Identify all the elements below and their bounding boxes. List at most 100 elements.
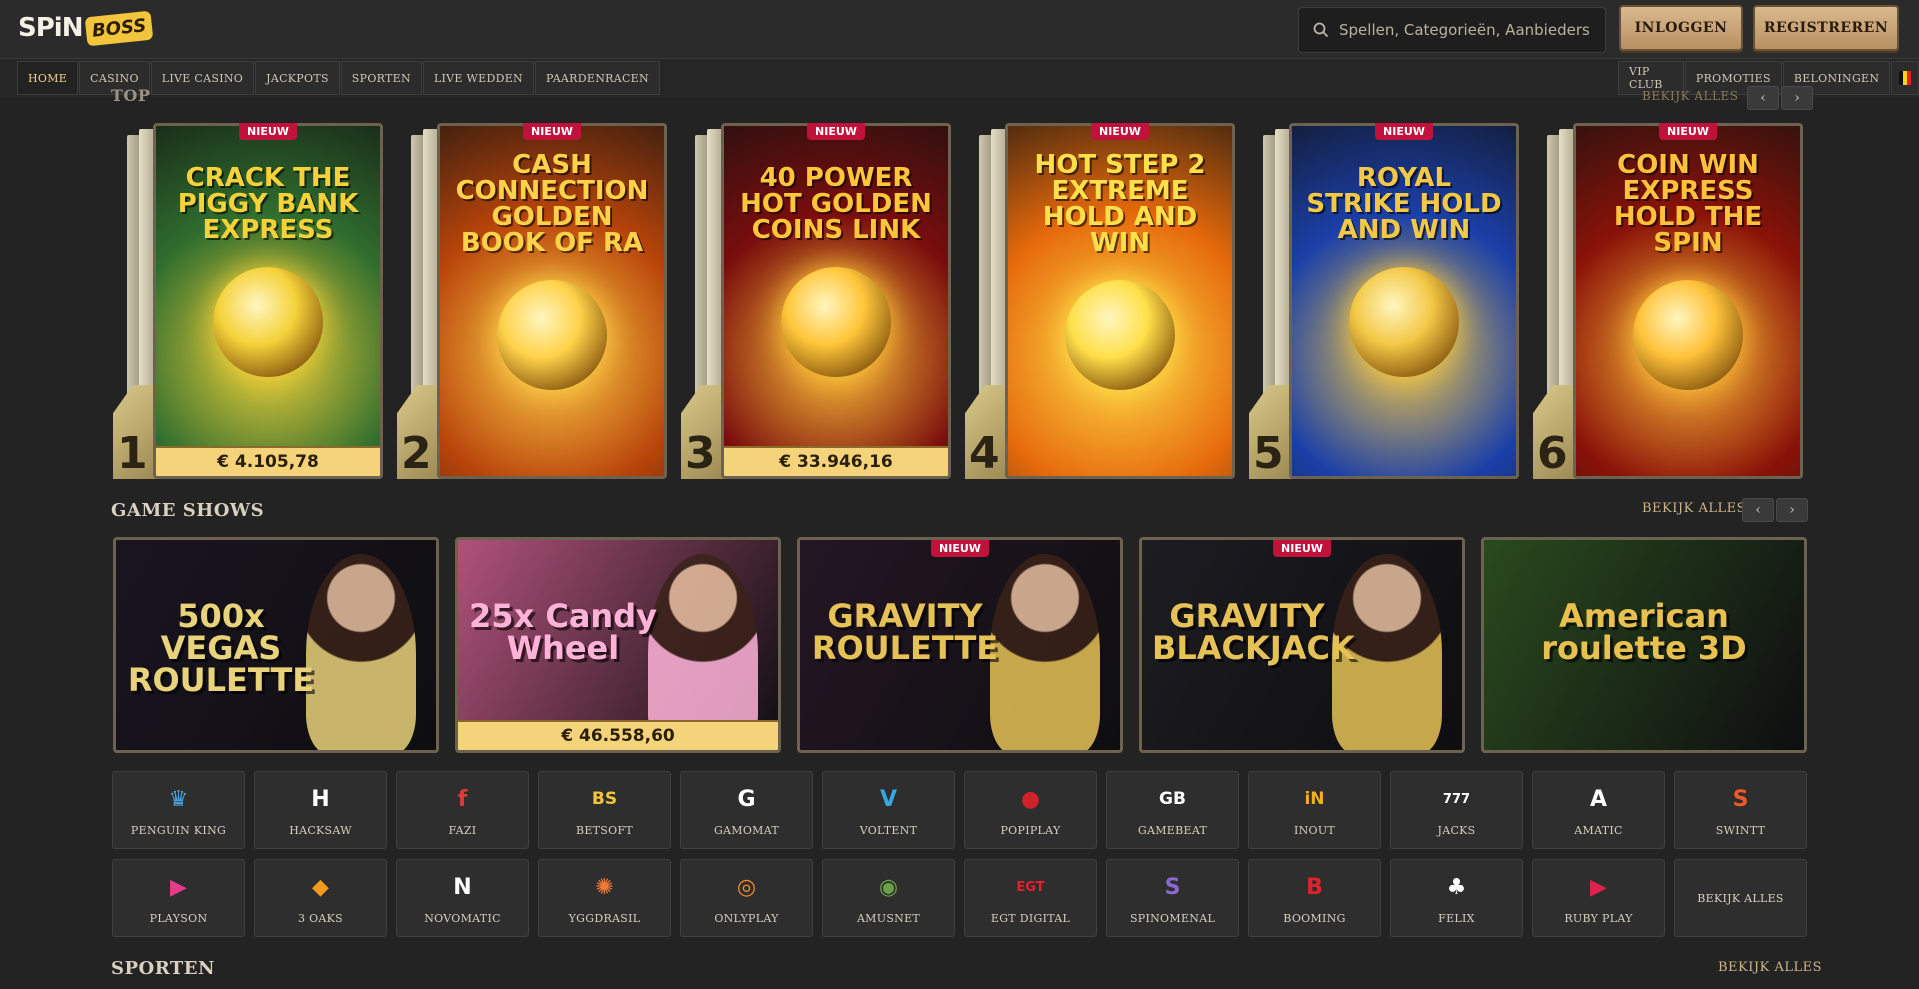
betsoft-logo-icon: BS xyxy=(591,789,618,809)
game-title: COIN WIN EXPRESS HOLD THE SPIN xyxy=(1613,150,1763,258)
provider-tile-gamebeat[interactable]: GB GAMEBEAT xyxy=(1106,771,1239,849)
nav-item-jackpots[interactable]: JACKPOTS xyxy=(255,61,340,95)
next-arrow-icon[interactable]: › xyxy=(1776,498,1808,522)
provider-label: EGT DIGITAL xyxy=(990,912,1071,925)
provider-tile-betsoft[interactable]: BS BETSOFT xyxy=(538,771,671,849)
game-show-card[interactable]: GRAVITY ROULETTE NIEUW xyxy=(797,537,1123,753)
logo-text: SPiN xyxy=(18,13,83,43)
provider-tile-gamomat[interactable]: G GAMOMAT xyxy=(680,771,813,849)
top-game-card[interactable]: 2 CASH CONNECTION GOLDEN BOOK OF RA NIEUW xyxy=(397,123,667,479)
providers-see-all-button[interactable]: BEKIJK ALLES xyxy=(1674,859,1807,937)
provider-tile-hacksaw[interactable]: H HACKSAW xyxy=(254,771,387,849)
inout-logo-icon: iN xyxy=(1304,789,1325,809)
provider-label: AMATIC xyxy=(1574,824,1623,837)
provider-tile-spinomenal[interactable]: S SPINOMENAL xyxy=(1106,859,1239,937)
provider-tile-novomatic[interactable]: N NOVOMATIC xyxy=(396,859,529,937)
provider-label: BETSOFT xyxy=(575,824,634,837)
3-oaks-logo-icon: ◆ xyxy=(312,874,329,900)
nav-item-live-casino[interactable]: LIVE CASINO xyxy=(150,61,255,95)
top-game-card[interactable]: 1 CRACK THE PIGGY BANK EXPRESS € 4.105,78 N… xyxy=(113,123,383,479)
provider-label: SWINTT xyxy=(1715,824,1766,837)
game-show-card[interactable]: 500x VEGAS ROULETTE xyxy=(113,537,439,753)
provider-label: BOOMING xyxy=(1283,912,1346,925)
game-show-card[interactable]: American roulette 3D xyxy=(1481,537,1807,753)
top-header: SPiN BOSS INLOGGEN REGISTREREN xyxy=(0,0,1919,59)
game-title: ROYAL STRIKE HOLD AND WIN xyxy=(1306,163,1502,245)
top-game-card[interactable]: 6 COIN WIN EXPRESS HOLD THE SPIN NIEUW xyxy=(1533,123,1803,479)
nav-item-paardenracen[interactable]: PAARDENRACEN xyxy=(535,61,660,95)
game-shows-see-all-link[interactable]: BEKIJK ALLES xyxy=(1642,501,1746,516)
game-thumbnail[interactable]: 40 POWER HOT GOLDEN COINS LINK € 33.946,1… xyxy=(721,123,951,479)
provider-tile-amatic[interactable]: A AMATIC xyxy=(1532,771,1665,849)
new-badge: NIEUW xyxy=(1273,540,1331,557)
provider-tile-yggdrasil[interactable]: ✺ YGGDRASIL xyxy=(538,859,671,937)
next-arrow-icon[interactable]: › xyxy=(1781,86,1813,110)
search-icon xyxy=(1313,22,1329,38)
new-badge: NIEUW xyxy=(523,123,581,140)
game-art-emblem xyxy=(213,267,323,377)
top-game-card[interactable]: 4 HOT STEP 2 EXTREME HOLD AND WIN NIEUW xyxy=(965,123,1235,479)
provider-tile-popiplay[interactable]: ● POPIPLAY xyxy=(964,771,1097,849)
top-see-all-link[interactable]: BEKIJK ALLES xyxy=(1642,89,1738,103)
game-title: CASH CONNECTION GOLDEN BOOK OF RA xyxy=(455,150,649,258)
register-button[interactable]: REGISTREREN xyxy=(1753,5,1899,51)
game-show-title: 25x Candy Wheel xyxy=(469,597,657,667)
provider-label: FELIX xyxy=(1438,912,1475,925)
game-art-emblem xyxy=(1349,267,1459,377)
sporten-see-all-link[interactable]: BEKIJK ALLES xyxy=(1718,960,1822,975)
game-thumbnail[interactable]: CRACK THE PIGGY BANK EXPRESS € 4.105,78 xyxy=(153,123,383,479)
new-badge: NIEUW xyxy=(1091,123,1149,140)
provider-tile-felix[interactable]: ♣ FELIX xyxy=(1390,859,1523,937)
game-show-card[interactable]: GRAVITY BLACKJACK NIEUW xyxy=(1139,537,1465,753)
provider-tile-playson[interactable]: ▶ PLAYSON xyxy=(112,859,245,937)
prev-arrow-icon[interactable]: ‹ xyxy=(1747,86,1779,110)
game-title: 40 POWER HOT GOLDEN COINS LINK xyxy=(740,163,932,245)
game-thumbnail[interactable]: CASH CONNECTION GOLDEN BOOK OF RA xyxy=(437,123,667,479)
main-nav: HOME CASINO LIVE CASINO JACKPOTS SPORTEN LIVE… xyxy=(0,59,1919,98)
game-thumbnail[interactable]: ROYAL STRIKE HOLD AND WIN xyxy=(1289,123,1519,479)
site-logo[interactable]: SPiN BOSS xyxy=(18,9,155,47)
amatic-logo-icon: A xyxy=(1589,786,1608,812)
provider-tile-3-oaks[interactable]: ◆ 3 OAKS xyxy=(254,859,387,937)
provider-tile-penguin-king[interactable]: ♛ PENGUIN KING xyxy=(112,771,245,849)
prev-arrow-icon[interactable]: ‹ xyxy=(1742,498,1774,522)
gamomat-logo-icon: G xyxy=(737,786,756,812)
provider-tile-ruby-play[interactable]: ▶ RUBY PLAY xyxy=(1532,859,1665,937)
search-box[interactable] xyxy=(1298,7,1606,53)
provider-label: POPIPLAY xyxy=(1000,824,1061,837)
provider-label: YGGDRASIL xyxy=(568,912,641,925)
provider-tile-egt-digital[interactable]: EGT EGT DIGITAL xyxy=(964,859,1097,937)
game-thumbnail[interactable]: HOT STEP 2 EXTREME HOLD AND WIN xyxy=(1005,123,1235,479)
top-game-card[interactable]: 5 ROYAL STRIKE HOLD AND WIN NIEUW xyxy=(1249,123,1519,479)
new-badge: NIEUW xyxy=(1375,123,1433,140)
nav-item-sporten[interactable]: SPORTEN xyxy=(340,61,422,95)
penguin-king-logo-icon: ♛ xyxy=(168,786,189,812)
novomatic-logo-icon: N xyxy=(453,874,472,900)
nav-item-home[interactable]: HOME xyxy=(17,61,79,95)
top-game-card[interactable]: 3 40 POWER HOT GOLDEN COINS LINK € 33.946,… xyxy=(681,123,951,479)
provider-tile-fazi[interactable]: f FAZI xyxy=(396,771,529,849)
provider-tile-booming[interactable]: B BOOMING xyxy=(1248,859,1381,937)
provider-label: VOLTENT xyxy=(859,824,918,837)
top-carousel-arrows: ‹ › xyxy=(1745,86,1813,110)
new-badge: NIEUW xyxy=(1659,123,1717,140)
provider-label: ONLYPLAY xyxy=(714,912,779,925)
spinomenal-logo-icon: S xyxy=(1164,874,1181,900)
provider-tile-swintt[interactable]: S SWINTT xyxy=(1674,771,1807,849)
language-flag-icon[interactable] xyxy=(1891,61,1919,95)
provider-tile-voltent[interactable]: V VOLTENT xyxy=(822,771,955,849)
provider-tile-inout[interactable]: iN INOUT xyxy=(1248,771,1381,849)
nav-item-live-wedden[interactable]: LIVE WEDDEN xyxy=(422,61,534,95)
game-show-card[interactable]: 25x Candy Wheel € 46.558,60 xyxy=(455,537,781,753)
fazi-logo-icon: f xyxy=(457,786,468,812)
provider-tile-onlyplay[interactable]: ◎ ONLYPLAY xyxy=(680,859,813,937)
provider-tile-amusnet[interactable]: ◉ AMUSNET xyxy=(822,859,955,937)
game-thumbnail[interactable]: COIN WIN EXPRESS HOLD THE SPIN xyxy=(1573,123,1803,479)
onlyplay-logo-icon: ◎ xyxy=(736,874,757,900)
provider-tile-jacks[interactable]: 777 JACKS xyxy=(1390,771,1523,849)
gamebeat-logo-icon: GB xyxy=(1159,789,1186,809)
login-button[interactable]: INLOGGEN xyxy=(1619,5,1743,51)
hacksaw-logo-icon: H xyxy=(311,786,330,812)
jackpot-amount: € 4.105,78 xyxy=(156,446,380,476)
search-input[interactable] xyxy=(1337,20,1601,40)
